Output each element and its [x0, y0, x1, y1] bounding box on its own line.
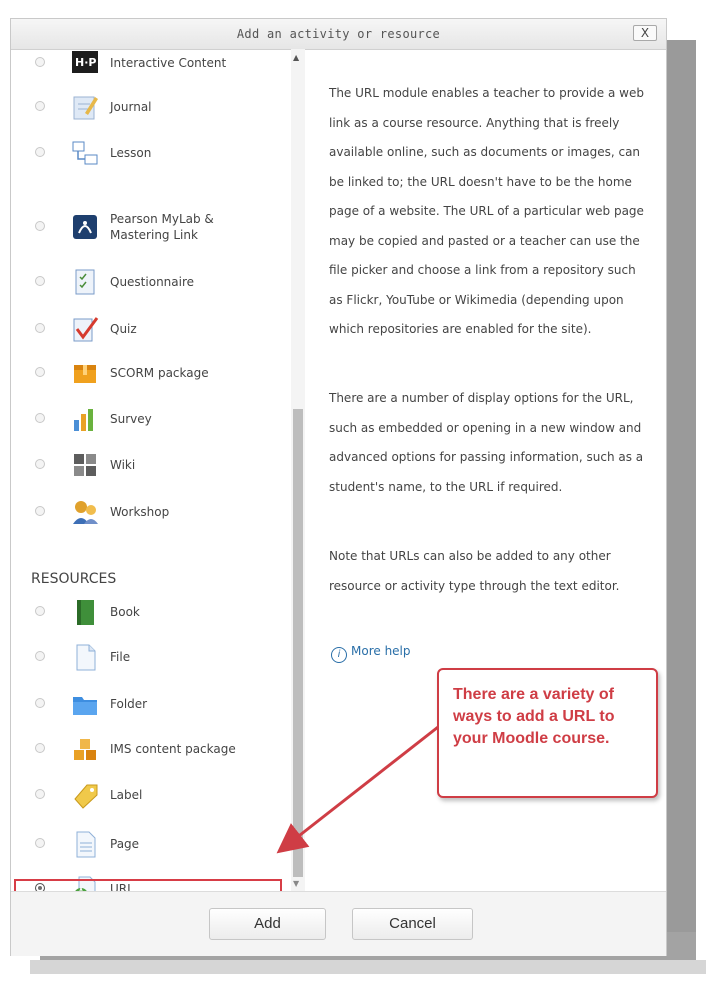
module-label: File	[110, 650, 131, 664]
book-icon	[71, 598, 99, 626]
radio-button[interactable]	[35, 221, 45, 231]
module-option-questionnaire[interactable]: Questionnaire	[11, 264, 291, 300]
module-option-interactive-content[interactable]: H·P Interactive Content	[11, 49, 291, 81]
module-label: Book	[110, 605, 140, 619]
file-icon	[71, 643, 99, 671]
module-label: Interactive Content	[110, 56, 227, 70]
hp-icon: H·P	[71, 49, 99, 77]
description-text: The URL module enables a teacher to prov…	[329, 86, 644, 336]
module-label: Pearson MyLab & Mastering Link	[110, 211, 214, 243]
ims-icon	[71, 735, 99, 763]
more-help-label: More help	[351, 644, 411, 658]
scroll-up-arrow-icon[interactable]: ▲	[293, 53, 299, 62]
module-option-scorm[interactable]: SCORM package	[11, 355, 291, 391]
callout-text: There are a variety of ways to add a URL…	[453, 686, 615, 747]
radio-button[interactable]	[35, 459, 45, 469]
radio-button[interactable]	[35, 698, 45, 708]
survey-icon	[71, 405, 99, 433]
radio-button[interactable]	[35, 838, 45, 848]
label-icon	[71, 781, 99, 809]
info-icon: i	[331, 647, 347, 663]
dialog-title: Add an activity or resource	[236, 27, 441, 41]
scrollbar-thumb[interactable]	[293, 409, 303, 877]
module-label: Label	[110, 788, 143, 802]
module-option-lesson[interactable]: Lesson	[11, 135, 291, 171]
questionnaire-icon	[71, 268, 99, 296]
radio-button[interactable]	[35, 651, 45, 661]
module-label-line2: Mastering Link	[110, 228, 198, 242]
radio-button[interactable]	[35, 506, 45, 516]
page-icon	[71, 830, 99, 858]
dialog-shadow-soft	[30, 960, 706, 974]
module-label: Page	[110, 837, 140, 851]
radio-button[interactable]	[35, 367, 45, 377]
module-label: Journal	[110, 100, 152, 114]
radio-button[interactable]	[35, 413, 45, 423]
pearson-icon	[71, 213, 99, 241]
radio-button[interactable]	[35, 789, 45, 799]
radio-button[interactable]	[35, 57, 45, 67]
resources-heading: RESOURCES	[31, 571, 117, 587]
module-label: Workshop	[110, 505, 170, 519]
module-description-paragraph-2: There are a number of display options fo…	[329, 384, 651, 502]
module-label: Questionnaire	[110, 275, 195, 289]
module-option-journal[interactable]: Journal	[11, 89, 291, 125]
module-description-paragraph-3: Note that URLs can also be added to any …	[329, 542, 651, 601]
module-description-paragraph-1: The URL module enables a teacher to prov…	[329, 79, 651, 345]
wiki-icon	[71, 451, 99, 479]
description-text: Note that URLs can also be added to any …	[329, 549, 620, 593]
module-label: Lesson	[110, 146, 152, 160]
module-option-pearson[interactable]: Pearson MyLab & Mastering Link	[11, 209, 291, 245]
radio-button[interactable]	[35, 276, 45, 286]
module-option-book[interactable]: Book	[11, 594, 291, 630]
workshop-icon	[71, 498, 99, 526]
close-icon: X	[640, 26, 650, 40]
radio-button[interactable]	[35, 101, 45, 111]
module-option-quiz[interactable]: Quiz	[11, 311, 291, 347]
annotation-callout: There are a variety of ways to add a URL…	[437, 668, 658, 798]
module-option-file[interactable]: File	[11, 639, 291, 675]
quiz-icon	[71, 315, 99, 343]
cancel-button[interactable]: Cancel	[352, 908, 473, 940]
module-label: Wiki	[110, 458, 136, 472]
folder-icon	[71, 690, 99, 718]
module-option-wiki[interactable]: Wiki	[11, 447, 291, 483]
scorm-icon	[71, 359, 99, 387]
radio-button[interactable]	[35, 323, 45, 333]
module-option-page[interactable]: Page	[11, 826, 291, 862]
module-label: Survey	[110, 412, 152, 426]
module-option-survey[interactable]: Survey	[11, 401, 291, 437]
module-label-line1: Pearson MyLab &	[110, 212, 214, 226]
dialog-footer: Add Cancel	[11, 891, 666, 956]
more-help-link[interactable]: i More help	[331, 644, 411, 663]
radio-button[interactable]	[35, 147, 45, 157]
module-label: IMS content package	[110, 742, 236, 756]
scroll-down-arrow-icon[interactable]: ▼	[293, 879, 299, 888]
selected-item-highlight	[14, 879, 282, 891]
module-option-label[interactable]: Label	[11, 777, 291, 813]
lesson-icon	[71, 139, 99, 167]
module-list: H·P Interactive Content Journal Lesson P…	[11, 49, 291, 891]
module-option-ims[interactable]: IMS content package	[11, 731, 291, 767]
svg-text:H·P: H·P	[75, 56, 96, 69]
module-label: Quiz	[110, 322, 137, 336]
journal-icon	[71, 93, 99, 121]
radio-button[interactable]	[35, 606, 45, 616]
module-label: SCORM package	[110, 366, 209, 380]
module-option-folder[interactable]: Folder	[11, 686, 291, 722]
description-text: There are a number of display options fo…	[329, 391, 644, 494]
add-activity-dialog: Add an activity or resource X H·P Intera…	[10, 18, 667, 956]
close-button[interactable]: X	[633, 25, 657, 41]
module-label: Folder	[110, 697, 148, 711]
dialog-titlebar: Add an activity or resource X	[11, 19, 666, 50]
add-button[interactable]: Add	[209, 908, 326, 940]
module-option-workshop[interactable]: Workshop	[11, 494, 291, 530]
radio-button[interactable]	[35, 743, 45, 753]
